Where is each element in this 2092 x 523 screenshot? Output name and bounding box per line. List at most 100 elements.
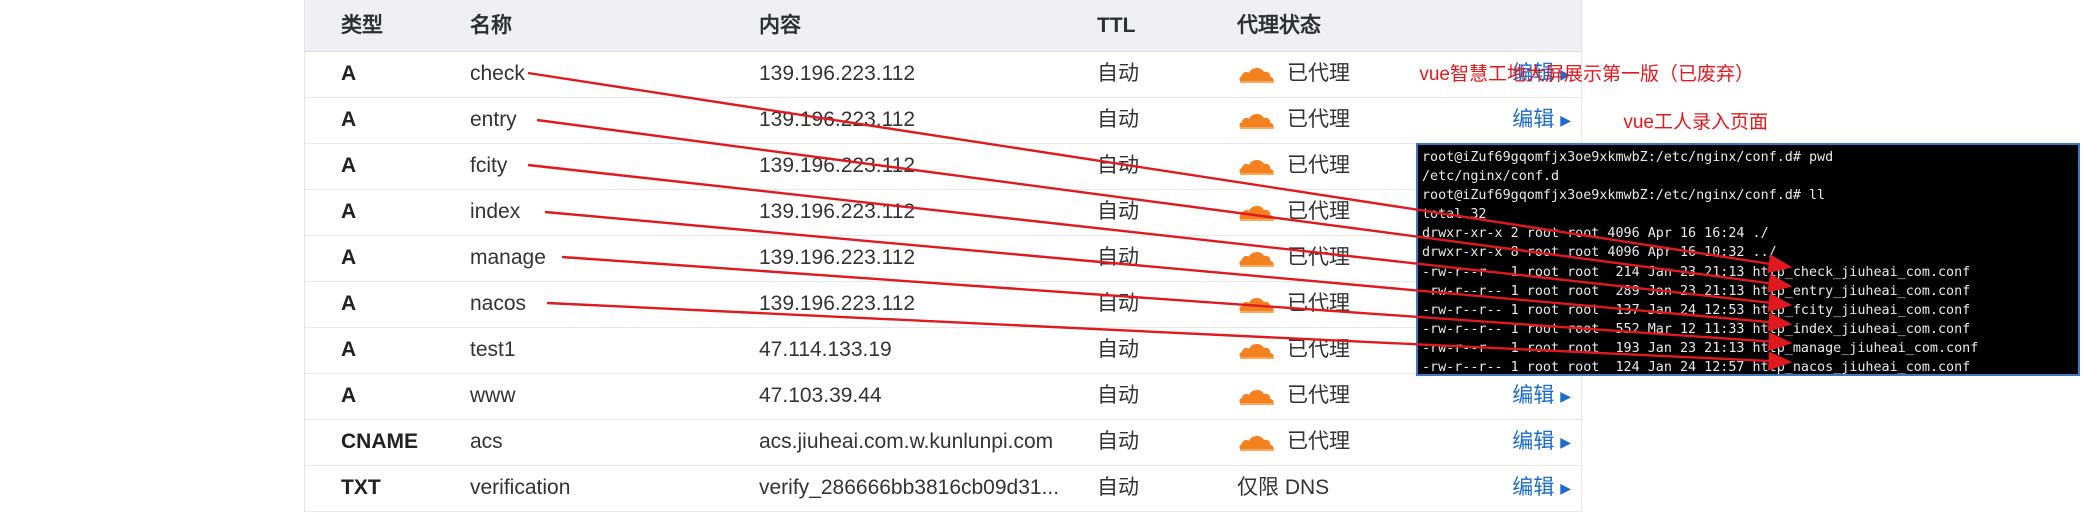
header-proxy-status[interactable]: 代理状态 bbox=[1237, 0, 1321, 51]
header-content[interactable]: 内容 bbox=[759, 0, 801, 51]
terminal-line: -rw-r--r-- 1 root root 124 Jan 24 12:57 … bbox=[1422, 360, 1971, 376]
terminal-line: total 32 bbox=[1422, 207, 1487, 223]
record-content: verify_286666bb3816cb09d31... bbox=[759, 476, 1060, 499]
record-type: A bbox=[341, 154, 357, 177]
table-row[interactable]: Amanage139.196.223.112自动已代理编辑▶ bbox=[305, 235, 1581, 282]
header-ttl[interactable]: TTL bbox=[1097, 0, 1135, 51]
record-type: A bbox=[341, 62, 357, 85]
proxy-status: 已代理 bbox=[1287, 338, 1350, 361]
proxy-status: 仅限 DNS bbox=[1237, 476, 1330, 499]
table-row[interactable]: Aindex139.196.223.112自动已代理编辑▶ bbox=[305, 189, 1581, 236]
edit-link[interactable]: 编辑 ▶ bbox=[1512, 419, 1571, 465]
table-row[interactable]: Acheck 139.196.223.112 自动 已代理 编辑 ▶ bbox=[305, 51, 1581, 98]
record-ttl: 自动 bbox=[1097, 292, 1139, 315]
table-row[interactable]: Afcity139.196.223.112自动已代理编辑▶ bbox=[305, 143, 1581, 190]
edit-label: 编辑 bbox=[1512, 476, 1555, 499]
edit-link[interactable]: 编辑 ▶ bbox=[1512, 373, 1571, 419]
record-ttl: 自动 bbox=[1097, 62, 1139, 85]
terminal-line: /etc/nginx/conf.d bbox=[1422, 169, 1560, 185]
cloud-icon bbox=[1239, 113, 1274, 129]
edit-link[interactable]: 编辑 ▶ bbox=[1512, 465, 1571, 511]
record-content: acs.jiuheai.com.w.kunlunpi.com bbox=[759, 430, 1054, 453]
record-content: 139.196.223.112 bbox=[759, 154, 916, 177]
proxy-status: 已代理 bbox=[1287, 430, 1350, 453]
record-type: A bbox=[341, 246, 357, 269]
terminal-line: drwxr-xr-x 8 root root 4096 Apr 16 10:32… bbox=[1422, 245, 1777, 261]
record-content: 139.196.223.112 bbox=[759, 62, 916, 85]
record-ttl: 自动 bbox=[1097, 384, 1139, 407]
record-type: A bbox=[341, 384, 357, 407]
record-name: manage bbox=[470, 246, 546, 269]
terminal-line: -rw-r--r-- 1 root root 193 Jan 23 21:13 … bbox=[1422, 340, 1979, 356]
record-type: TXT bbox=[341, 476, 381, 499]
table-row[interactable]: TXT verification verify_286666bb3816cb09d3… bbox=[305, 465, 1581, 512]
annotation-label: vue智慧工地大屏展示第一版（已废弃） bbox=[1419, 64, 1754, 85]
record-name: acs bbox=[470, 430, 503, 453]
proxy-status: 已代理 bbox=[1287, 108, 1350, 131]
terminal-line: -rw-r--r-- 1 root root 214 Jan 23 21:13 … bbox=[1422, 264, 1971, 280]
header-name[interactable]: 名称 bbox=[470, 0, 512, 51]
cloud-icon bbox=[1239, 343, 1274, 359]
table-header: 类型 名称 内容 TTL 代理状态 bbox=[305, 0, 1581, 52]
caret-right-icon: ▶ bbox=[1560, 388, 1571, 404]
proxy-status: 已代理 bbox=[1287, 62, 1350, 85]
header-type[interactable]: 类型 bbox=[341, 0, 383, 51]
table-row[interactable]: Awww 47.103.39.44 自动 已代理 编辑 ▶ bbox=[305, 373, 1581, 420]
terminal-line: -rw-r--r-- 1 root root 137 Jan 24 12:53 … bbox=[1422, 302, 1971, 318]
record-content: 139.196.223.112 bbox=[759, 246, 916, 269]
terminal-line: -rw-r--r-- 1 root root 552 Mar 12 11:33 … bbox=[1422, 321, 1971, 337]
record-ttl: 自动 bbox=[1097, 108, 1139, 131]
record-name: www bbox=[470, 384, 516, 407]
terminal-window[interactable]: root@iZuf69gqomfjx3oe9xkmwbZ:/etc/nginx/… bbox=[1416, 143, 2080, 376]
caret-right-icon: ▶ bbox=[1560, 434, 1571, 450]
record-type: A bbox=[341, 108, 357, 131]
edit-label: 编辑 bbox=[1512, 430, 1555, 453]
record-content: 139.196.223.112 bbox=[759, 108, 916, 131]
cloud-icon bbox=[1239, 205, 1274, 221]
edit-label: 编辑 bbox=[1512, 108, 1555, 131]
record-type: CNAME bbox=[341, 430, 418, 453]
proxy-status: 已代理 bbox=[1287, 384, 1350, 407]
cloud-icon bbox=[1239, 297, 1274, 313]
proxy-status: 已代理 bbox=[1287, 200, 1350, 223]
table-row[interactable]: Anacos139.196.223.112自动已代理编辑▶ bbox=[305, 281, 1581, 328]
record-name: check bbox=[470, 62, 525, 85]
cloud-icon bbox=[1239, 435, 1274, 451]
annotation-label: vue工人录入页面 bbox=[1623, 112, 1768, 133]
terminal-line: root@iZuf69gqomfjx3oe9xkmwbZ:/etc/nginx/… bbox=[1422, 188, 1826, 204]
record-ttl: 自动 bbox=[1097, 200, 1139, 223]
table-row[interactable]: CNAME acs acs.jiuheai.com.w.kunlunpi.com 自动… bbox=[305, 419, 1581, 466]
record-content: 139.196.223.112 bbox=[759, 292, 916, 315]
terminal-line: root@iZuf69gqomfjx3oe9xkmwbZ:/etc/nginx/… bbox=[1422, 150, 1834, 165]
cloud-icon bbox=[1239, 251, 1274, 267]
terminal-line: -rw-r--r-- 1 root root 289 Jan 23 21:13 … bbox=[1422, 283, 1971, 299]
table-row[interactable]: Atest147.114.133.19自动已代理编辑▶ bbox=[305, 327, 1581, 374]
caret-right-icon: ▶ bbox=[1560, 480, 1571, 496]
record-ttl: 自动 bbox=[1097, 338, 1139, 361]
edit-link[interactable]: 编辑 ▶ bbox=[1512, 97, 1571, 143]
record-name: verification bbox=[470, 476, 571, 499]
table-row[interactable]: Aentry 139.196.223.112 自动 已代理 编辑 ▶ bbox=[305, 97, 1581, 144]
terminal-line: drwxr-xr-x 2 root root 4096 Apr 16 16:24… bbox=[1422, 226, 1769, 242]
record-name: nacos bbox=[470, 292, 527, 315]
record-ttl: 自动 bbox=[1097, 430, 1139, 453]
edit-label: 编辑 bbox=[1512, 384, 1555, 407]
record-type: A bbox=[341, 338, 357, 361]
record-content: 47.103.39.44 bbox=[759, 384, 882, 407]
record-name: index bbox=[470, 200, 521, 223]
proxy-status: 已代理 bbox=[1287, 154, 1350, 177]
record-ttl: 自动 bbox=[1097, 154, 1139, 177]
record-name: entry bbox=[470, 108, 517, 131]
cloud-icon bbox=[1239, 159, 1274, 175]
cloud-icon bbox=[1239, 67, 1274, 83]
record-name: test1 bbox=[470, 338, 516, 361]
dns-records-table: 类型 名称 内容 TTL 代理状态 Acheck 139.196.223.112 自… bbox=[304, 0, 1582, 512]
terminal-output: root@iZuf69gqomfjx3oe9xkmwbZ:/etc/nginx/… bbox=[1422, 148, 2074, 376]
record-name: fcity bbox=[470, 154, 508, 177]
proxy-status: 已代理 bbox=[1287, 246, 1350, 269]
caret-right-icon: ▶ bbox=[1560, 112, 1571, 128]
record-ttl: 自动 bbox=[1097, 476, 1139, 499]
proxy-status: 已代理 bbox=[1287, 292, 1350, 315]
cloud-icon bbox=[1239, 389, 1274, 405]
record-type: A bbox=[341, 200, 357, 223]
